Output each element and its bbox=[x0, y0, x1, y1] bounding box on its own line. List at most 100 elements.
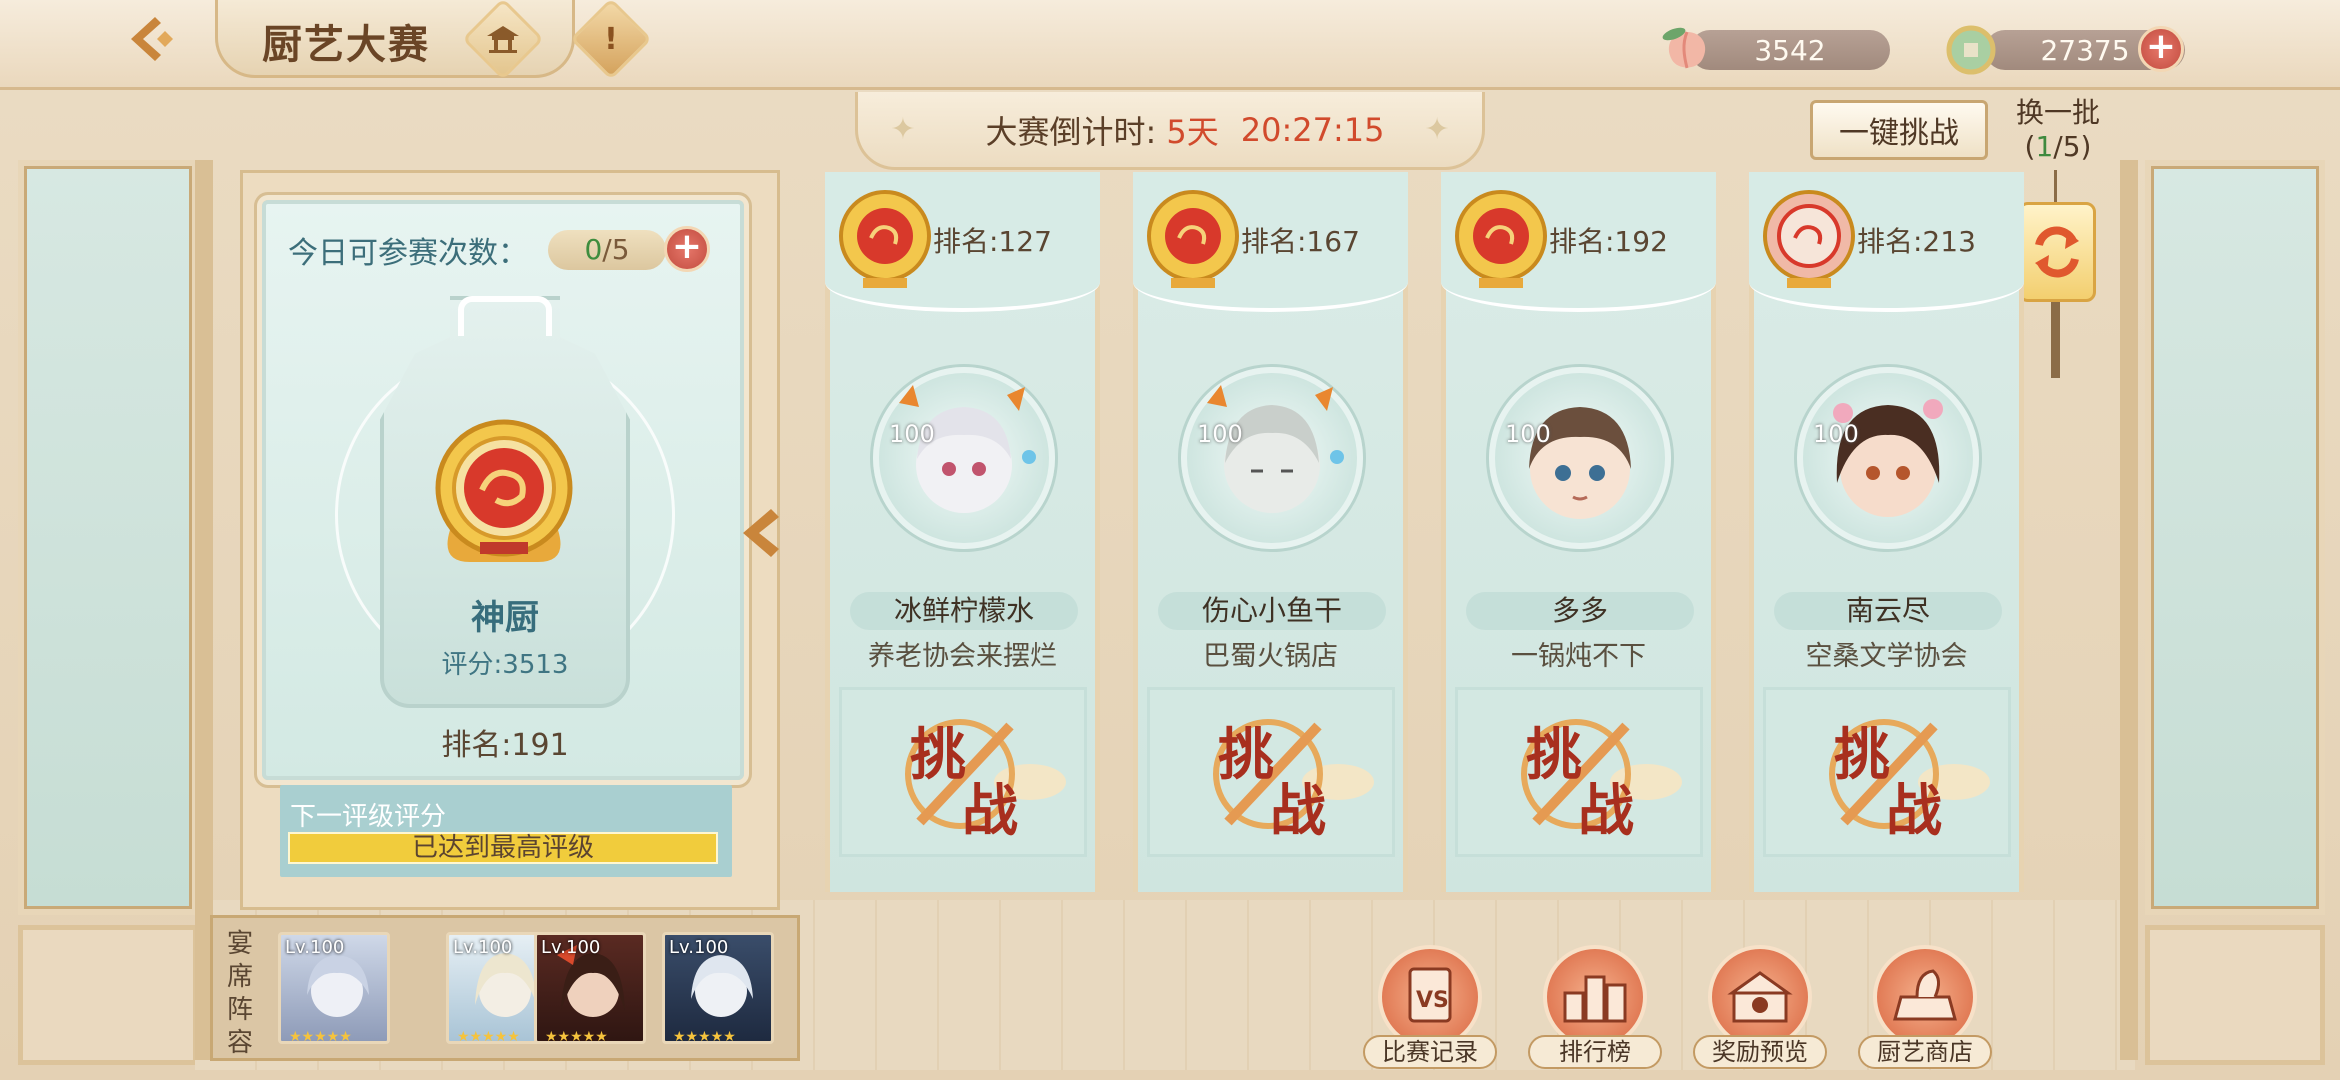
next-tier-label: 下一评级评分 bbox=[290, 802, 447, 832]
opponent-guild: 空桑文学协会 bbox=[1805, 641, 1968, 672]
attempts-label: 今日可参赛次数： bbox=[288, 236, 528, 271]
leaderboard-button[interactable]: 排行榜 bbox=[1528, 945, 1662, 1075]
opponent-avatar[interactable] bbox=[1797, 367, 1979, 549]
add-coin-button[interactable]: + bbox=[2138, 26, 2184, 72]
lantern-tassel bbox=[2051, 302, 2060, 378]
svg-text:挑: 挑 bbox=[1526, 722, 1582, 788]
coin-icon bbox=[1945, 24, 1997, 80]
refresh-lantern-button[interactable] bbox=[2018, 202, 2096, 302]
page-title: 厨艺大赛 bbox=[262, 21, 430, 68]
menu-label: 排行榜 bbox=[1528, 1035, 1662, 1069]
hero-level: Lv.100 bbox=[669, 937, 729, 958]
red-medal-icon bbox=[1761, 186, 1857, 292]
svg-text:战: 战 bbox=[1886, 778, 1942, 842]
leaderboard-icon bbox=[1543, 945, 1647, 1049]
challenge-button[interactable]: 挑 战 bbox=[1188, 712, 1374, 844]
lineup-hero-card[interactable]: Lv.100 ★★★★★ bbox=[534, 932, 646, 1044]
lineup-hero-card[interactable]: Lv.100 ★★★★★ bbox=[278, 932, 390, 1044]
hero-level: Lv.100 bbox=[285, 937, 345, 958]
attempts-count: 0/5 bbox=[548, 230, 666, 270]
opponent-guild: 一锅炖不下 bbox=[1511, 641, 1646, 672]
opponent-rank: 排名:127 bbox=[933, 225, 1052, 258]
opponent-avatar[interactable] bbox=[1489, 367, 1671, 549]
lineup-hero-card[interactable]: Lv.100 ★★★★★ bbox=[662, 932, 774, 1044]
refresh-icon bbox=[2035, 226, 2079, 278]
opponent-name: 伤心小鱼干 bbox=[1158, 592, 1386, 630]
right-frame bbox=[2120, 160, 2138, 1060]
contest-info-button[interactable] bbox=[461, 0, 545, 81]
chevron-left-icon bbox=[743, 509, 779, 557]
back-button[interactable] bbox=[118, 6, 184, 72]
svg-text:战: 战 bbox=[1578, 778, 1634, 842]
lineup-label: 宴席阵容 bbox=[226, 929, 253, 1058]
svg-text:挑: 挑 bbox=[1834, 722, 1890, 788]
swap-batch-button[interactable]: 换一批 (1/5) bbox=[2008, 96, 2108, 164]
svg-text:挑: 挑 bbox=[910, 722, 966, 788]
peach-count: 3542 bbox=[1754, 33, 1826, 67]
add-attempts-button[interactable]: + bbox=[664, 226, 710, 272]
opponent-rank: 排名:192 bbox=[1549, 225, 1668, 258]
hero-level: Lv.100 bbox=[541, 937, 601, 958]
opponent-card: 排名:213 100 南云尽 空桑文学协会 挑 战 bbox=[1749, 172, 2024, 892]
hero-level: Lv.100 bbox=[453, 937, 513, 958]
menu-label: 奖励预览 bbox=[1693, 1035, 1827, 1069]
svg-text:★★★★★: ★★★★★ bbox=[545, 1029, 608, 1044]
svg-text:★★★★★: ★★★★★ bbox=[457, 1029, 520, 1044]
gold-medal-icon bbox=[837, 186, 933, 292]
opponent-name: 冰鲜柠檬水 bbox=[850, 592, 1078, 630]
opponent-guild: 巴蜀火锅店 bbox=[1203, 641, 1338, 672]
left-lower-panel bbox=[18, 925, 198, 1065]
sparkle-icon: ✦ bbox=[1424, 112, 1450, 147]
shop-icon bbox=[1873, 945, 1977, 1049]
challenge-button[interactable]: 挑 战 bbox=[1804, 712, 1990, 844]
opponent-card: 排名:127 100 冰鲜柠檬水 养老协会来摆烂 挑 战 bbox=[825, 172, 1100, 892]
match-record-button[interactable]: VS 比赛记录 bbox=[1363, 945, 1497, 1075]
peach-currency: 3542 bbox=[1690, 30, 1890, 70]
challenge-button[interactable]: 挑 战 bbox=[880, 712, 1066, 844]
pavilion-icon bbox=[487, 26, 519, 53]
right-wall-panel bbox=[2145, 160, 2325, 915]
gold-medal-icon bbox=[1145, 186, 1241, 292]
cooking-shop-button[interactable]: 厨艺商店 bbox=[1858, 945, 1992, 1075]
countdown-time: 20:27:15 bbox=[1240, 110, 1385, 149]
character-portrait-icon bbox=[1529, 407, 1631, 519]
svg-text:VS: VS bbox=[1416, 988, 1449, 1013]
opponent-name: 南云尽 bbox=[1774, 592, 2002, 630]
vs-record-icon: VS bbox=[1378, 945, 1482, 1049]
sparkle-icon: ✦ bbox=[890, 112, 916, 147]
opponent-level: 100 bbox=[1813, 420, 1859, 448]
countdown-label: 大赛倒计时: bbox=[985, 112, 1157, 151]
svg-text:战: 战 bbox=[962, 778, 1018, 842]
opponent-card: 排名:192 100 多多 一锅炖不下 挑 战 bbox=[1441, 172, 1716, 892]
coin-count: 27375 bbox=[2040, 33, 2130, 67]
opponent-name: 多多 bbox=[1466, 592, 1694, 630]
exclamation-icon: ! bbox=[604, 21, 618, 57]
rank-title: 神厨 bbox=[471, 598, 539, 638]
gold-medal-icon bbox=[1453, 186, 1549, 292]
right-lower-panel bbox=[2145, 925, 2325, 1065]
opponent-avatar[interactable] bbox=[873, 367, 1055, 549]
opponent-card: 排名:167 100 伤心小鱼干 巴蜀火锅店 挑 战 bbox=[1133, 172, 1408, 892]
reward-chest-icon bbox=[1708, 945, 1812, 1049]
countdown-days: 5天 bbox=[1166, 112, 1219, 151]
next-tier-progress: 已达到最高评级 bbox=[288, 832, 718, 864]
reward-preview-button[interactable]: 奖励预览 bbox=[1693, 945, 1827, 1075]
collapse-panel-button[interactable] bbox=[735, 505, 785, 573]
challenge-button[interactable]: 挑 战 bbox=[1496, 712, 1682, 844]
opponent-level: 100 bbox=[1197, 420, 1243, 448]
opponent-avatar[interactable] bbox=[1181, 367, 1363, 549]
opponent-level: 100 bbox=[1505, 420, 1551, 448]
one-click-challenge-button[interactable]: 一键挑战 bbox=[1810, 100, 1988, 160]
opponent-rank: 排名:167 bbox=[1241, 225, 1360, 258]
svg-text:★★★★★: ★★★★★ bbox=[289, 1029, 352, 1044]
svg-text:战: 战 bbox=[1270, 778, 1326, 842]
swap-batch-label: 换一批 bbox=[2015, 96, 2100, 129]
character-portrait-icon bbox=[899, 385, 1036, 513]
left-wall-panel bbox=[18, 160, 198, 915]
menu-label: 厨艺商店 bbox=[1858, 1035, 1992, 1069]
rules-button[interactable]: ! bbox=[569, 0, 653, 81]
svg-text:挑: 挑 bbox=[1218, 722, 1274, 788]
character-portrait-icon bbox=[1833, 399, 1943, 517]
opponent-level: 100 bbox=[889, 420, 935, 448]
countdown-bar: ✦ 大赛倒计时: 5天 20:27:15 ✦ bbox=[855, 92, 1485, 170]
